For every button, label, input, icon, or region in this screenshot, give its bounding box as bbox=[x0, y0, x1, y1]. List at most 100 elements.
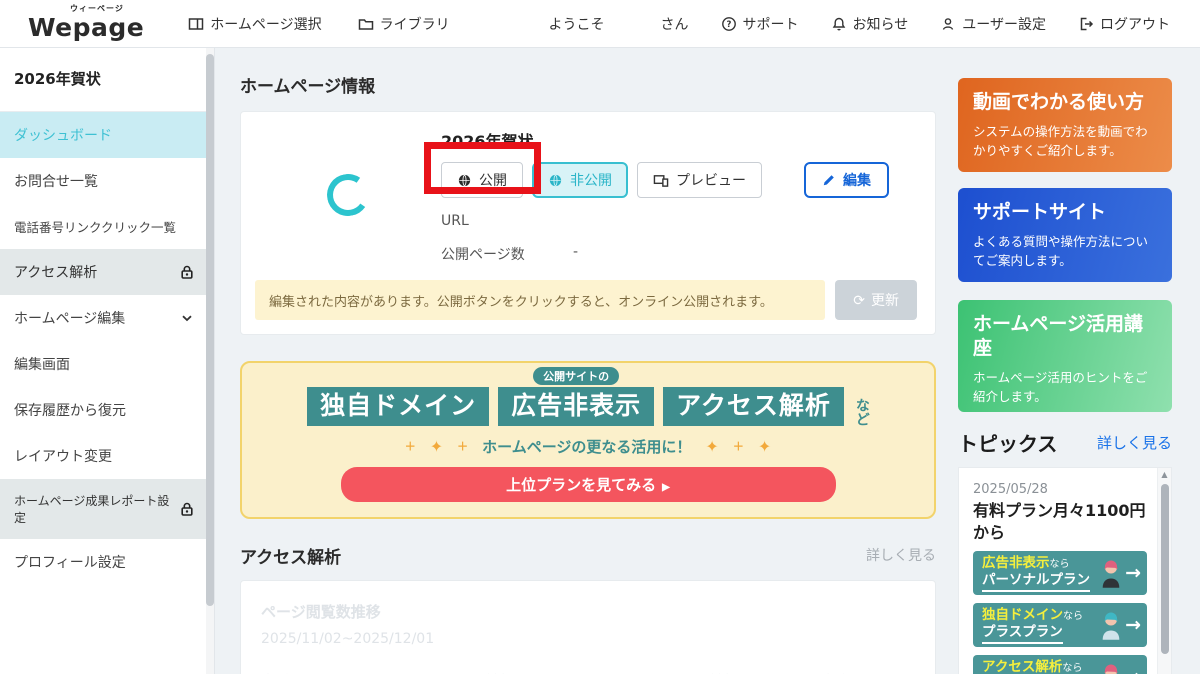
character-illustration bbox=[1099, 610, 1123, 640]
thumbnail-area bbox=[255, 126, 441, 264]
plan-banner-analytics[interactable]: アクセス解析なら プラスプラン → bbox=[973, 655, 1147, 674]
globe-icon bbox=[457, 173, 472, 188]
question-circle-icon: ? bbox=[721, 16, 737, 32]
feature-ad-free: 広告非表示 bbox=[498, 387, 654, 426]
feature-etc: など bbox=[855, 398, 869, 426]
url-label: URL bbox=[441, 213, 573, 229]
promo-tagline: ホームページの更なる活用に！ bbox=[482, 436, 691, 457]
banner-suffix: なら bbox=[1062, 663, 1082, 674]
sidebar-item-profile-settings[interactable]: プロフィール設定 bbox=[0, 539, 207, 585]
card-desc: システムの操作方法を動画でわかりやすくご紹介します。 bbox=[973, 122, 1157, 161]
arrow-right-icon: → bbox=[1125, 666, 1141, 674]
banner-keyword: アクセス解析 bbox=[982, 659, 1062, 674]
nav-label: ログアウト bbox=[1100, 14, 1170, 34]
sidebar-item-phone-clicks[interactable]: 電話番号リンククリック一覧 bbox=[0, 204, 207, 249]
unpublished-changes-notice: 編集された内容があります。公開ボタンをクリックすると、オンライン公開されます。 bbox=[255, 280, 825, 320]
top-navbar: ウィーページ Wepage ホームページ選択 ライブラリ ようこそ さん ? サ… bbox=[0, 0, 1200, 48]
sidebar-item-label: 保存履歴から復元 bbox=[14, 400, 126, 420]
nav-user-settings[interactable]: ユーザー設定 bbox=[940, 14, 1046, 34]
sidebar-item-label: ホームページ編集 bbox=[14, 308, 125, 328]
play-icon: ▶ bbox=[662, 482, 670, 493]
devices-icon bbox=[653, 173, 669, 188]
sidebar-item-homepage-edit[interactable]: ホームページ編集 bbox=[0, 295, 207, 341]
navbar-left-menu: ホームページ選択 ライブラリ bbox=[188, 14, 449, 34]
topics-more-link[interactable]: 詳しく見る bbox=[1097, 432, 1172, 453]
bell-icon bbox=[831, 16, 847, 32]
sidebar-scrollbar[interactable] bbox=[206, 48, 214, 674]
topics-scrollbar-thumb[interactable] bbox=[1161, 484, 1169, 654]
nav-notifications[interactable]: お知らせ bbox=[831, 14, 909, 34]
card-title: サポートサイト bbox=[973, 201, 1157, 225]
support-site-card[interactable]: サポートサイト よくある質問や操作方法についてご案内します。 bbox=[958, 188, 1172, 282]
publish-label: 公開 bbox=[479, 170, 507, 190]
video-guide-card[interactable]: 動画でわかる使い方 システムの操作方法を動画でわかりやすくご紹介します。 bbox=[958, 78, 1172, 172]
welcome-text: ようこそ さん bbox=[549, 14, 689, 34]
character-illustration bbox=[1099, 558, 1123, 588]
sidebar-item-layout-change[interactable]: レイアウト変更 bbox=[0, 433, 207, 479]
stat-last-year-period: 前年同期間 0件 bbox=[485, 671, 691, 674]
analytics-card: ページ閲覧数推移 2025/11/02~2025/12/01 直近1ヶ月間 0件… bbox=[240, 580, 936, 674]
topic-date: 2025/05/28 bbox=[973, 482, 1147, 497]
unpublish-button[interactable]: 非公開 bbox=[532, 162, 628, 198]
welcome-label: ようこそ bbox=[549, 14, 605, 34]
published-pages-value: - bbox=[573, 244, 578, 264]
page-title: ホームページ情報 bbox=[240, 72, 936, 97]
update-label: 更新 bbox=[871, 290, 899, 310]
nav-library[interactable]: ライブラリ bbox=[358, 14, 450, 34]
sidebar-item-report-settings[interactable]: ホームページ成果レポート設定 bbox=[0, 479, 207, 539]
sparkle-icon: ＋ bbox=[405, 438, 416, 454]
edit-button[interactable]: 編集 bbox=[804, 162, 889, 198]
wepage-logo[interactable]: ウィーページ Wepage bbox=[28, 7, 144, 40]
sidebar-item-restore-history[interactable]: 保存履歴から復元 bbox=[0, 387, 207, 433]
feature-access-analytics: アクセス解析 bbox=[663, 387, 844, 426]
analytics-more-link[interactable]: 詳しく見る bbox=[866, 545, 936, 565]
card-title: ホームページ活用講座 bbox=[973, 313, 1157, 361]
stat-label: 直近1ヶ月間 bbox=[261, 671, 467, 674]
banner-suffix: なら bbox=[1050, 559, 1070, 570]
sidebar-scrollbar-thumb[interactable] bbox=[206, 54, 214, 606]
card-desc: ホームページ活用のヒントをご紹介します。 bbox=[973, 368, 1157, 407]
chart-title: ページ閲覧数推移 bbox=[261, 601, 915, 622]
site-name: 2026年賀状 bbox=[441, 128, 917, 152]
sidebar-item-inquiries[interactable]: お問合せ一覧 bbox=[0, 158, 207, 204]
lock-icon bbox=[179, 501, 195, 517]
preview-button[interactable]: プレビュー bbox=[637, 162, 762, 198]
sidebar-item-dashboard[interactable]: ダッシュボード bbox=[0, 112, 207, 158]
arrow-right-icon: → bbox=[1125, 614, 1141, 636]
plan-banner-adfree[interactable]: 広告非表示なら パーソナルプラン → bbox=[973, 551, 1147, 595]
upgrade-promo-banner[interactable]: 独自ドメイン 公開サイトの 広告非表示 アクセス解析 など ＋ ✦ ＋ ホームペ… bbox=[240, 361, 936, 519]
nav-logout[interactable]: ログアウト bbox=[1078, 14, 1170, 34]
topics-card: 2025/05/28 有料プラン月々1100円から 広告非表示なら パーソナルプ… bbox=[958, 467, 1172, 674]
welcome-suffix: さん bbox=[661, 14, 689, 34]
nav-homepage-select[interactable]: ホームページ選択 bbox=[188, 14, 321, 34]
nav-support[interactable]: ? サポート bbox=[721, 14, 799, 34]
sparkle-icon: ✦ bbox=[758, 437, 771, 456]
card-desc: よくある質問や操作方法についてご案内します。 bbox=[973, 232, 1157, 271]
view-upper-plans-button[interactable]: 上位プランを見てみる▶ bbox=[341, 467, 836, 502]
sidebar-item-access-analytics[interactable]: アクセス解析 bbox=[0, 249, 207, 295]
publish-button[interactable]: 公開 bbox=[441, 162, 523, 198]
svg-text:?: ? bbox=[726, 20, 731, 30]
plan-banner-domain[interactable]: 独自ドメインなら プラスプラン → bbox=[973, 603, 1147, 647]
nav-label: サポート bbox=[743, 14, 799, 34]
banner-keyword: 独自ドメイン bbox=[982, 607, 1063, 623]
banner-suffix: なら bbox=[1063, 611, 1083, 622]
stat-last-month: 直近1ヶ月間 0件 bbox=[261, 671, 467, 674]
banner-plan: パーソナルプラン bbox=[982, 572, 1090, 592]
logout-icon bbox=[1078, 16, 1094, 32]
pencil-icon bbox=[822, 173, 836, 187]
update-button[interactable]: ⟳ 更新 bbox=[835, 280, 917, 320]
chevron-down-icon bbox=[179, 310, 195, 326]
loading-spinner bbox=[324, 171, 373, 220]
homepage-course-card[interactable]: ホームページ活用講座 ホームページ活用のヒントをご紹介します。 bbox=[958, 300, 1172, 412]
topics-title: トピックス bbox=[958, 428, 1057, 457]
topics-scrollbar[interactable]: ▲ bbox=[1157, 468, 1171, 674]
globe-icon bbox=[548, 173, 563, 188]
arrow-right-icon: → bbox=[1125, 562, 1141, 584]
sidebar-item-edit-screen[interactable]: 編集画面 bbox=[0, 341, 207, 387]
refresh-icon: ⟳ bbox=[853, 292, 865, 309]
right-sidebar: 動画でわかる使い方 システムの操作方法を動画でわかりやすくご紹介します。 サポー… bbox=[958, 48, 1200, 674]
sidebar-item-label: レイアウト変更 bbox=[14, 446, 112, 466]
feature-own-domain: 独自ドメイン bbox=[307, 387, 489, 426]
scroll-up-icon[interactable]: ▲ bbox=[1158, 468, 1171, 482]
